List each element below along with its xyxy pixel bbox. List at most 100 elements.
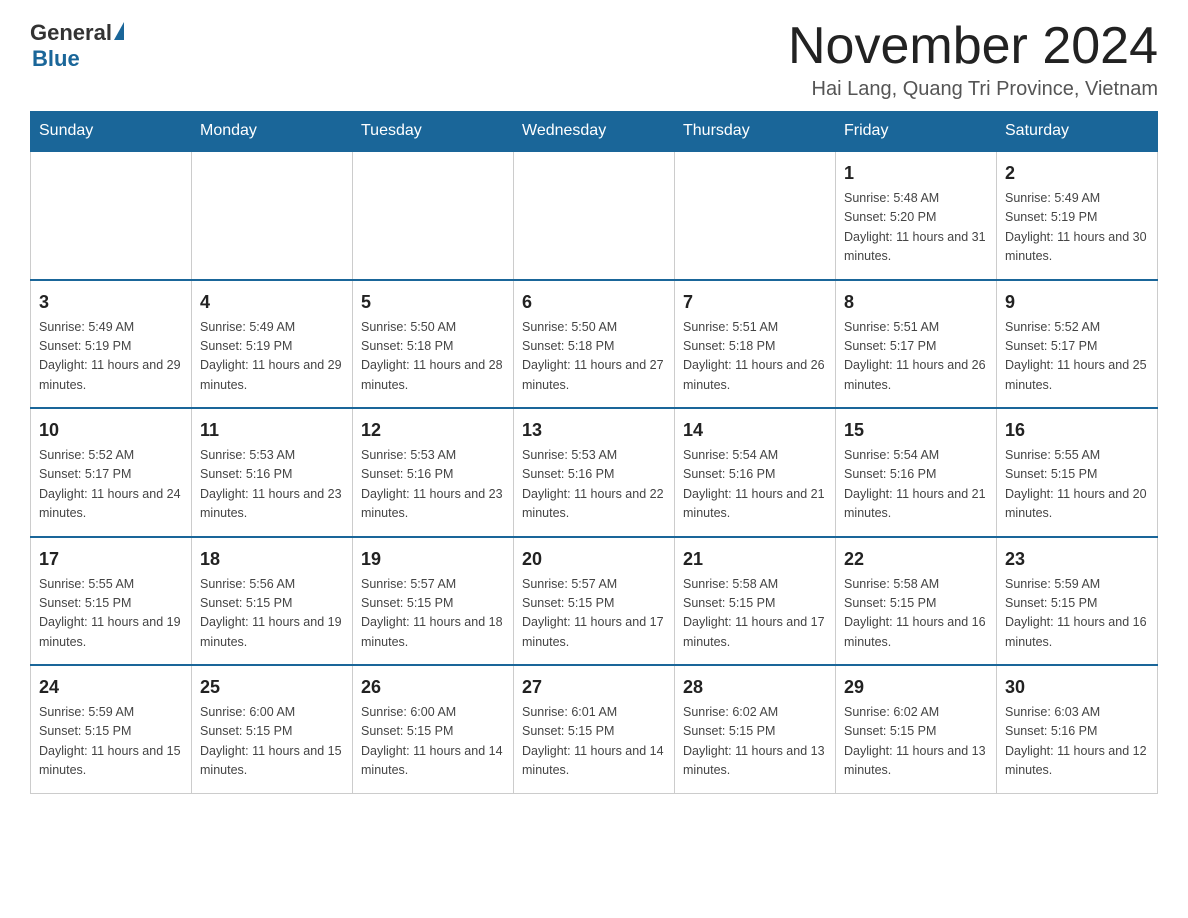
day-info: Sunrise: 5:59 AM Sunset: 5:15 PM Dayligh… (39, 703, 183, 781)
weekday-header-friday: Friday (836, 112, 997, 152)
calendar-cell: 9Sunrise: 5:52 AM Sunset: 5:17 PM Daylig… (997, 280, 1158, 409)
calendar-week-row: 1Sunrise: 5:48 AM Sunset: 5:20 PM Daylig… (31, 151, 1158, 280)
calendar-cell (192, 151, 353, 280)
day-number: 28 (683, 674, 827, 701)
calendar-cell: 5Sunrise: 5:50 AM Sunset: 5:18 PM Daylig… (353, 280, 514, 409)
weekday-header-sunday: Sunday (31, 112, 192, 152)
calendar-week-row: 3Sunrise: 5:49 AM Sunset: 5:19 PM Daylig… (31, 280, 1158, 409)
weekday-header-wednesday: Wednesday (514, 112, 675, 152)
day-info: Sunrise: 5:52 AM Sunset: 5:17 PM Dayligh… (1005, 318, 1149, 396)
day-info: Sunrise: 5:58 AM Sunset: 5:15 PM Dayligh… (683, 575, 827, 653)
day-info: Sunrise: 5:51 AM Sunset: 5:17 PM Dayligh… (844, 318, 988, 396)
day-number: 7 (683, 289, 827, 316)
day-number: 25 (200, 674, 344, 701)
day-number: 24 (39, 674, 183, 701)
day-info: Sunrise: 5:59 AM Sunset: 5:15 PM Dayligh… (1005, 575, 1149, 653)
calendar-cell (675, 151, 836, 280)
day-info: Sunrise: 5:49 AM Sunset: 5:19 PM Dayligh… (1005, 189, 1149, 267)
day-info: Sunrise: 5:55 AM Sunset: 5:15 PM Dayligh… (39, 575, 183, 653)
calendar-header-row: SundayMondayTuesdayWednesdayThursdayFrid… (31, 112, 1158, 152)
calendar-cell: 6Sunrise: 5:50 AM Sunset: 5:18 PM Daylig… (514, 280, 675, 409)
calendar-cell: 10Sunrise: 5:52 AM Sunset: 5:17 PM Dayli… (31, 408, 192, 537)
calendar-cell (514, 151, 675, 280)
day-info: Sunrise: 5:48 AM Sunset: 5:20 PM Dayligh… (844, 189, 988, 267)
day-info: Sunrise: 5:56 AM Sunset: 5:15 PM Dayligh… (200, 575, 344, 653)
day-number: 17 (39, 546, 183, 573)
calendar-cell: 17Sunrise: 5:55 AM Sunset: 5:15 PM Dayli… (31, 537, 192, 666)
day-info: Sunrise: 5:50 AM Sunset: 5:18 PM Dayligh… (522, 318, 666, 396)
calendar-table: SundayMondayTuesdayWednesdayThursdayFrid… (30, 111, 1158, 794)
month-title: November 2024 (788, 20, 1158, 72)
day-info: Sunrise: 5:49 AM Sunset: 5:19 PM Dayligh… (200, 318, 344, 396)
day-number: 9 (1005, 289, 1149, 316)
day-number: 2 (1005, 160, 1149, 187)
day-number: 22 (844, 546, 988, 573)
calendar-cell: 30Sunrise: 6:03 AM Sunset: 5:16 PM Dayli… (997, 665, 1158, 793)
calendar-week-row: 17Sunrise: 5:55 AM Sunset: 5:15 PM Dayli… (31, 537, 1158, 666)
calendar-cell: 4Sunrise: 5:49 AM Sunset: 5:19 PM Daylig… (192, 280, 353, 409)
logo-text: General (30, 20, 124, 46)
calendar-cell: 16Sunrise: 5:55 AM Sunset: 5:15 PM Dayli… (997, 408, 1158, 537)
calendar-cell: 15Sunrise: 5:54 AM Sunset: 5:16 PM Dayli… (836, 408, 997, 537)
day-number: 12 (361, 417, 505, 444)
day-info: Sunrise: 5:50 AM Sunset: 5:18 PM Dayligh… (361, 318, 505, 396)
day-number: 8 (844, 289, 988, 316)
calendar-cell: 13Sunrise: 5:53 AM Sunset: 5:16 PM Dayli… (514, 408, 675, 537)
calendar-cell: 25Sunrise: 6:00 AM Sunset: 5:15 PM Dayli… (192, 665, 353, 793)
weekday-header-saturday: Saturday (997, 112, 1158, 152)
calendar-cell: 3Sunrise: 5:49 AM Sunset: 5:19 PM Daylig… (31, 280, 192, 409)
day-number: 29 (844, 674, 988, 701)
day-info: Sunrise: 5:53 AM Sunset: 5:16 PM Dayligh… (361, 446, 505, 524)
day-number: 1 (844, 160, 988, 187)
calendar-cell: 1Sunrise: 5:48 AM Sunset: 5:20 PM Daylig… (836, 151, 997, 280)
day-info: Sunrise: 6:02 AM Sunset: 5:15 PM Dayligh… (683, 703, 827, 781)
day-info: Sunrise: 6:02 AM Sunset: 5:15 PM Dayligh… (844, 703, 988, 781)
calendar-cell: 11Sunrise: 5:53 AM Sunset: 5:16 PM Dayli… (192, 408, 353, 537)
location-subtitle: Hai Lang, Quang Tri Province, Vietnam (788, 78, 1158, 101)
day-info: Sunrise: 5:57 AM Sunset: 5:15 PM Dayligh… (361, 575, 505, 653)
calendar-cell: 24Sunrise: 5:59 AM Sunset: 5:15 PM Dayli… (31, 665, 192, 793)
day-number: 23 (1005, 546, 1149, 573)
day-info: Sunrise: 5:54 AM Sunset: 5:16 PM Dayligh… (844, 446, 988, 524)
day-number: 3 (39, 289, 183, 316)
calendar-cell: 20Sunrise: 5:57 AM Sunset: 5:15 PM Dayli… (514, 537, 675, 666)
logo: General Blue (30, 20, 124, 72)
day-number: 6 (522, 289, 666, 316)
calendar-cell: 8Sunrise: 5:51 AM Sunset: 5:17 PM Daylig… (836, 280, 997, 409)
day-number: 13 (522, 417, 666, 444)
day-number: 18 (200, 546, 344, 573)
title-section: November 2024 Hai Lang, Quang Tri Provin… (788, 20, 1158, 101)
page-header: General Blue November 2024 Hai Lang, Qua… (30, 20, 1158, 101)
calendar-cell: 18Sunrise: 5:56 AM Sunset: 5:15 PM Dayli… (192, 537, 353, 666)
day-info: Sunrise: 5:53 AM Sunset: 5:16 PM Dayligh… (200, 446, 344, 524)
calendar-week-row: 10Sunrise: 5:52 AM Sunset: 5:17 PM Dayli… (31, 408, 1158, 537)
day-number: 30 (1005, 674, 1149, 701)
day-number: 26 (361, 674, 505, 701)
day-info: Sunrise: 5:54 AM Sunset: 5:16 PM Dayligh… (683, 446, 827, 524)
calendar-cell: 28Sunrise: 6:02 AM Sunset: 5:15 PM Dayli… (675, 665, 836, 793)
calendar-week-row: 24Sunrise: 5:59 AM Sunset: 5:15 PM Dayli… (31, 665, 1158, 793)
calendar-cell (31, 151, 192, 280)
day-number: 11 (200, 417, 344, 444)
calendar-cell: 22Sunrise: 5:58 AM Sunset: 5:15 PM Dayli… (836, 537, 997, 666)
day-info: Sunrise: 5:49 AM Sunset: 5:19 PM Dayligh… (39, 318, 183, 396)
calendar-cell: 2Sunrise: 5:49 AM Sunset: 5:19 PM Daylig… (997, 151, 1158, 280)
day-info: Sunrise: 5:58 AM Sunset: 5:15 PM Dayligh… (844, 575, 988, 653)
calendar-cell: 23Sunrise: 5:59 AM Sunset: 5:15 PM Dayli… (997, 537, 1158, 666)
day-info: Sunrise: 6:01 AM Sunset: 5:15 PM Dayligh… (522, 703, 666, 781)
calendar-cell: 26Sunrise: 6:00 AM Sunset: 5:15 PM Dayli… (353, 665, 514, 793)
day-info: Sunrise: 5:53 AM Sunset: 5:16 PM Dayligh… (522, 446, 666, 524)
day-number: 27 (522, 674, 666, 701)
logo-blue-text: Blue (30, 46, 80, 72)
weekday-header-thursday: Thursday (675, 112, 836, 152)
logo-arrow-icon (114, 22, 124, 40)
day-info: Sunrise: 5:55 AM Sunset: 5:15 PM Dayligh… (1005, 446, 1149, 524)
day-number: 10 (39, 417, 183, 444)
calendar-cell: 7Sunrise: 5:51 AM Sunset: 5:18 PM Daylig… (675, 280, 836, 409)
logo-general-text: General (30, 20, 112, 46)
weekday-header-tuesday: Tuesday (353, 112, 514, 152)
calendar-cell: 21Sunrise: 5:58 AM Sunset: 5:15 PM Dayli… (675, 537, 836, 666)
day-info: Sunrise: 6:00 AM Sunset: 5:15 PM Dayligh… (361, 703, 505, 781)
day-number: 21 (683, 546, 827, 573)
day-number: 4 (200, 289, 344, 316)
